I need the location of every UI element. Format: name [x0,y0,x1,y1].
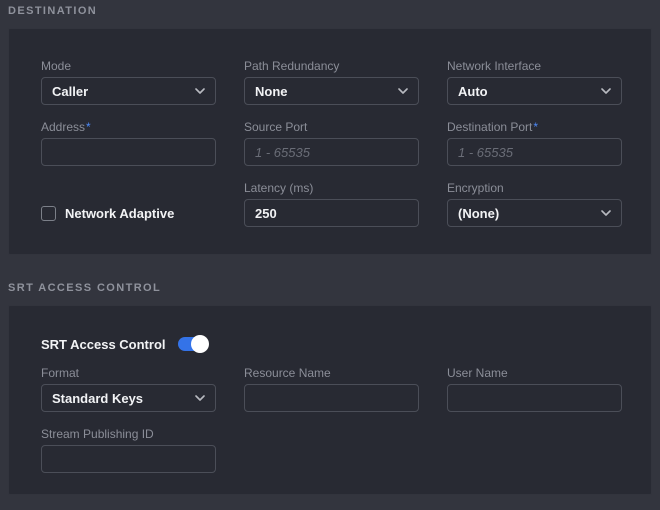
format-field: Format Standard Keys [41,366,216,412]
chevron-down-icon [398,88,408,94]
path-redundancy-select-value: None [255,84,288,99]
format-select[interactable]: Standard Keys [41,384,216,412]
destination-panel: Mode Caller Path Redundancy None Network… [8,28,652,255]
stream-publishing-id-label: Stream Publishing ID [41,427,216,441]
address-label: Address [41,120,85,134]
format-label: Format [41,366,216,380]
network-adaptive-field: Network Adaptive [41,181,216,227]
address-field: Address* [41,120,216,166]
network-adaptive-label: Network Adaptive [65,206,174,221]
source-port-input[interactable] [244,138,419,166]
path-redundancy-label: Path Redundancy [244,59,419,73]
latency-field: Latency (ms) [244,181,419,227]
encryption-field: Encryption (None) [447,181,622,227]
stream-publishing-id-field: Stream Publishing ID [41,427,216,473]
destination-port-field: Destination Port* [447,120,622,166]
section-title-destination: DESTINATION [8,5,652,21]
encryption-label: Encryption [447,181,622,195]
mode-field: Mode Caller [41,59,216,105]
srt-access-control-toggle-label: SRT Access Control [41,337,166,352]
user-name-field: User Name [447,366,622,412]
user-name-input[interactable] [447,384,622,412]
required-asterisk: * [533,120,538,134]
source-port-label: Source Port [244,120,419,134]
mode-label: Mode [41,59,216,73]
mode-select[interactable]: Caller [41,77,216,105]
srt-access-control-toggle[interactable] [178,337,208,351]
network-interface-field: Network Interface Auto [447,59,622,105]
encryption-select-value: (None) [458,206,499,221]
destination-port-input[interactable] [447,138,622,166]
srt-access-control-toggle-row: SRT Access Control [41,334,621,354]
network-interface-select[interactable]: Auto [447,77,622,105]
latency-label: Latency (ms) [244,181,419,195]
chevron-down-icon [195,88,205,94]
network-adaptive-checkbox[interactable] [41,206,56,221]
resource-name-input[interactable] [244,384,419,412]
srt-access-control-panel: SRT Access Control Format Standard Keys … [8,305,652,495]
source-port-field: Source Port [244,120,419,166]
required-asterisk: * [86,120,91,134]
network-interface-label: Network Interface [447,59,622,73]
format-select-value: Standard Keys [52,391,143,406]
resource-name-field: Resource Name [244,366,419,412]
mode-select-value: Caller [52,84,88,99]
chevron-down-icon [601,88,611,94]
network-interface-select-value: Auto [458,84,488,99]
latency-input[interactable] [244,199,419,227]
encryption-select[interactable]: (None) [447,199,622,227]
path-redundancy-field: Path Redundancy None [244,59,419,105]
user-name-label: User Name [447,366,622,380]
stream-publishing-id-input[interactable] [41,445,216,473]
resource-name-label: Resource Name [244,366,419,380]
chevron-down-icon [195,395,205,401]
destination-port-label: Destination Port [447,120,532,134]
section-title-srt-access-control: SRT ACCESS CONTROL [8,282,652,298]
address-input[interactable] [41,138,216,166]
chevron-down-icon [601,210,611,216]
path-redundancy-select[interactable]: None [244,77,419,105]
toggle-knob [191,335,209,353]
